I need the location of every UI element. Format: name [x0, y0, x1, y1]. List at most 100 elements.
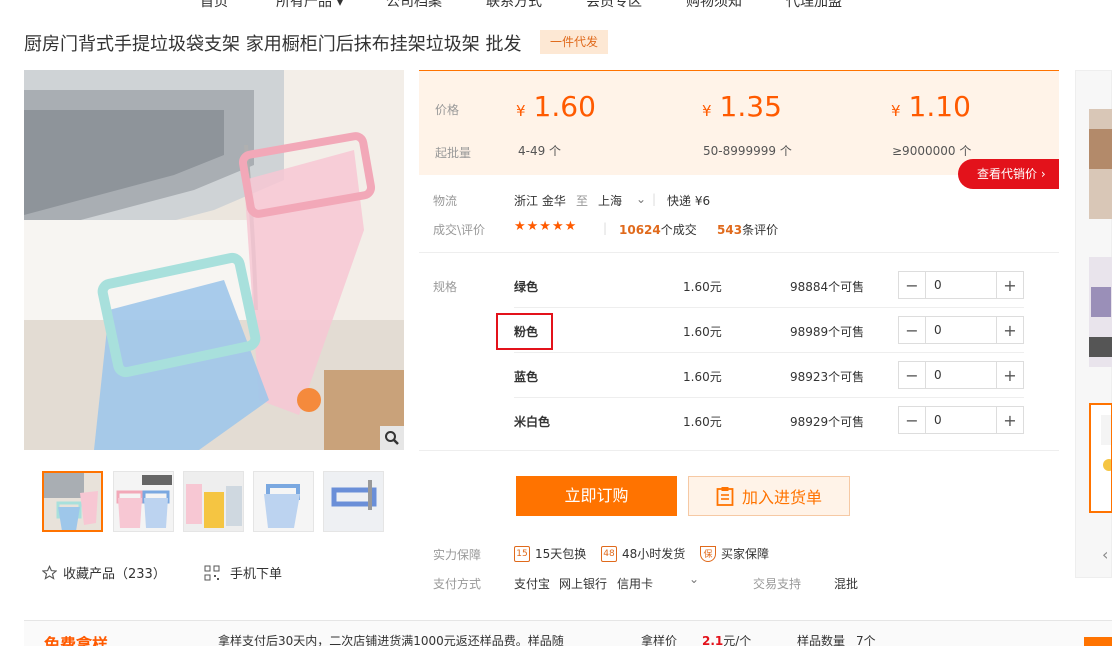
sample-action-button[interactable]: [1084, 637, 1112, 646]
spec-price: 1.60元: [683, 370, 722, 384]
spec-label: 规格: [433, 280, 458, 294]
shipping-48-icon: 48: [601, 545, 617, 562]
currency-symbol: ¥: [516, 102, 526, 120]
agent-price-button[interactable]: 查看代销价 ›: [958, 159, 1059, 189]
spec-name-blue: 蓝色: [514, 370, 539, 384]
buy-now-button[interactable]: 立即订购: [516, 476, 677, 516]
exchange-15-icon: 15: [514, 545, 530, 562]
price-value: 1.60: [533, 90, 596, 123]
deals-count[interactable]: 10624个成交: [619, 221, 697, 238]
thumbnail-2[interactable]: [113, 471, 174, 532]
price-tier-2: ¥1.35: [702, 90, 782, 123]
clipboard-icon: [716, 487, 734, 506]
spec-stock: 98923个可售: [790, 370, 865, 384]
quantity-input[interactable]: [926, 272, 996, 298]
decrease-button[interactable]: −: [899, 362, 926, 388]
decrease-button[interactable]: −: [899, 272, 926, 298]
spec-name-green: 绿色: [514, 280, 539, 294]
increase-button[interactable]: +: [996, 317, 1023, 343]
quantity-stepper-blue: − +: [898, 361, 1024, 389]
recommend-thumb-3[interactable]: [1089, 403, 1112, 513]
nav-shopping-notice[interactable]: 购物须知: [686, 0, 742, 11]
magnifier-icon: [385, 431, 399, 445]
nav-home[interactable]: 首页: [200, 0, 228, 11]
divider-line: [419, 450, 1059, 451]
increase-button[interactable]: +: [996, 362, 1023, 388]
chevron-left-icon[interactable]: ‹: [1102, 545, 1108, 564]
currency-symbol: ¥: [702, 102, 712, 120]
guarantee-item[interactable]: 15 15天包换: [514, 545, 586, 562]
decrease-button[interactable]: −: [899, 407, 926, 433]
quantity-stepper-beige: − +: [898, 406, 1024, 434]
guarantee-label: 实力保障: [433, 548, 482, 562]
divider: |: [603, 221, 608, 235]
thumbnail-4[interactable]: [253, 471, 314, 532]
reviews-suffix: 条评价: [742, 223, 779, 237]
nav-contact[interactable]: 联系方式: [486, 0, 542, 11]
payment-bank: 网上银行: [559, 577, 608, 591]
main-product-image[interactable]: [24, 70, 404, 450]
thumbnail-image: [324, 472, 383, 531]
chevron-down-icon[interactable]: ⌄: [689, 572, 699, 586]
sample-price: 2.1元/个: [702, 632, 751, 646]
ship-to-word: 至: [576, 194, 589, 208]
decrease-button[interactable]: −: [899, 317, 926, 343]
shield-icon: 保: [700, 545, 716, 562]
add-to-cart-label: 加入进货单: [741, 488, 822, 507]
zoom-button[interactable]: [380, 426, 404, 450]
row-divider: [514, 307, 1024, 308]
currency-symbol: ¥: [891, 102, 901, 120]
qrcode-icon: [204, 565, 220, 580]
thumbnail-image: [254, 472, 313, 531]
moq-tier-3: ≥9000000 个: [892, 144, 972, 158]
dropship-badge: 一件代发: [540, 30, 608, 54]
reviews-count[interactable]: 543条评价: [717, 221, 778, 238]
rating-label: 成交\评价: [433, 223, 486, 237]
deals-number: 10624: [619, 223, 661, 237]
increase-button[interactable]: +: [996, 272, 1023, 298]
recommend-thumb-2[interactable]: [1089, 257, 1112, 367]
add-to-cart-button[interactable]: 加入进货单: [688, 476, 850, 516]
deals-suffix: 个成交: [660, 223, 697, 237]
guarantee-item[interactable]: 48 48小时发货: [601, 545, 685, 562]
sample-price-value: 2.1: [702, 634, 724, 646]
quantity-input[interactable]: [926, 317, 996, 343]
product-title: 厨房门背式手提垃圾袋支架 家用橱柜门后抹布挂架垃圾架 批发: [24, 34, 522, 55]
sample-count-value: 7个: [856, 634, 876, 646]
thumbnail-1[interactable]: [42, 471, 103, 532]
mobile-order[interactable]: 手机下单: [204, 563, 282, 582]
recommend-image: [1089, 109, 1112, 219]
price-tier-1: ¥1.60: [516, 90, 596, 123]
moq-label: 起批量: [435, 146, 472, 160]
increase-button[interactable]: +: [996, 407, 1023, 433]
quantity-stepper-pink: − +: [898, 316, 1024, 344]
ship-to-select[interactable]: 上海 ⌄: [598, 192, 646, 209]
spec-stock: 98989个可售: [790, 325, 865, 339]
thumbnail-3[interactable]: [183, 471, 244, 532]
thumbnail-5[interactable]: [323, 471, 384, 532]
quantity-input[interactable]: [926, 362, 996, 388]
reviews-number: 543: [717, 223, 743, 237]
spec-stock: 98884个可售: [790, 280, 865, 294]
recommend-thumb-1[interactable]: [1089, 109, 1112, 219]
price-value: 1.10: [908, 90, 971, 123]
chevron-right-icon: ›: [1040, 167, 1046, 181]
recommend-image: [1091, 405, 1111, 511]
price-panel: 价格 起批量 ¥1.60 4-49 个 ¥1.35 50-8999999 个 ¥…: [419, 70, 1059, 175]
thumbnail-image: [114, 472, 173, 531]
payment-alipay: 支付宝: [514, 577, 551, 591]
spec-name-beige: 米白色: [514, 415, 551, 429]
quantity-input[interactable]: [926, 407, 996, 433]
chevron-down-icon: ⌄: [636, 192, 647, 206]
favorite-product[interactable]: 收藏产品（233）: [42, 563, 166, 582]
moq-tier-1: 4-49 个: [518, 144, 562, 158]
guarantee-item[interactable]: 保 买家保障: [700, 545, 769, 562]
nav-agent[interactable]: 代理加盟: [786, 0, 842, 11]
express-fee: 快递 ¥6: [667, 194, 711, 208]
nav-member[interactable]: 会员专区: [586, 0, 642, 11]
spec-price: 1.60元: [683, 415, 722, 429]
nav-company-profile[interactable]: 公司档案: [386, 0, 442, 11]
sample-bar: 免费拿样 拿样支付后30天内，二次店铺进货满1000元返还样品费。样品随 拿样价…: [24, 620, 1112, 646]
nav-all-products[interactable]: 所有产品 ▾: [276, 0, 343, 11]
row-divider: [514, 352, 1024, 353]
